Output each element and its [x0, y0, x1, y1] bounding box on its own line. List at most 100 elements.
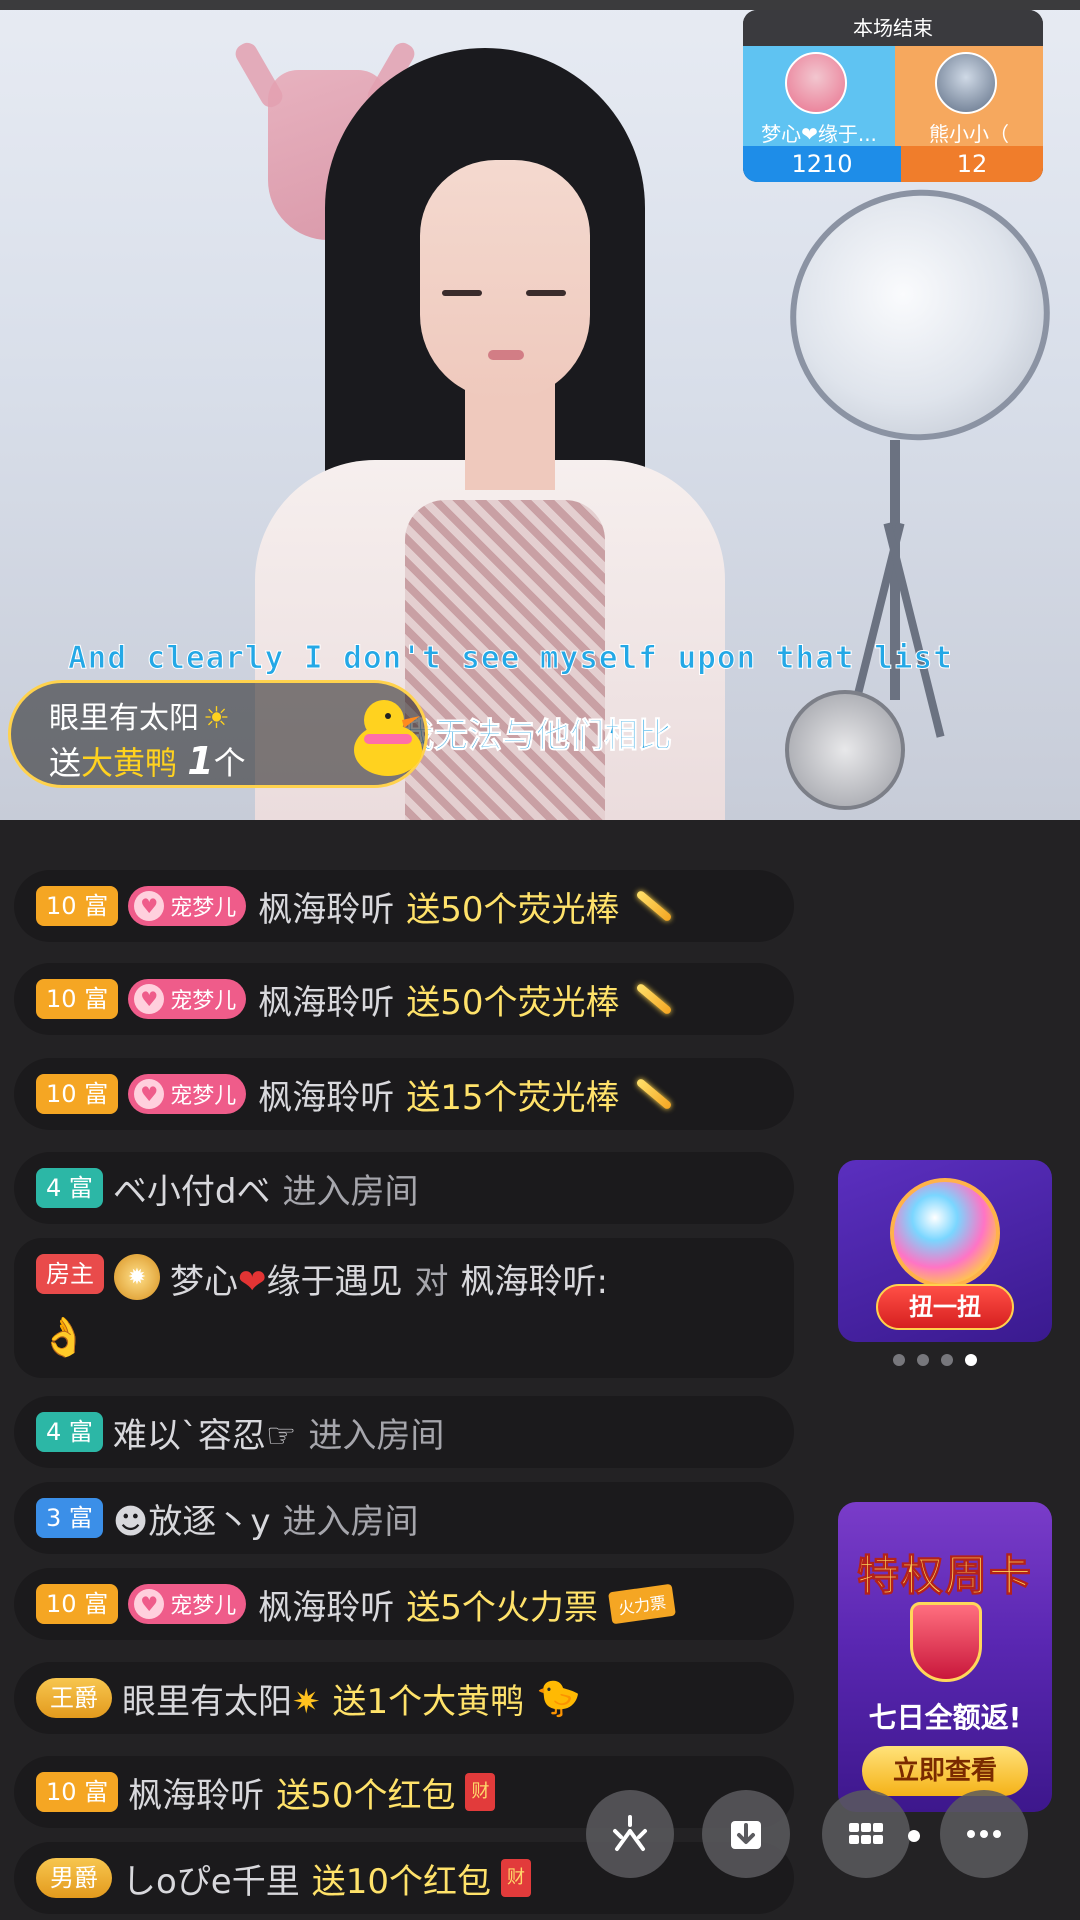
- chat-username[interactable]: 枫海聆听: [258, 975, 394, 1024]
- heart-icon: ❤: [238, 1262, 267, 1302]
- wealth-level-badge: 10 富: [36, 886, 119, 926]
- pk-score-bar: 1210 12: [743, 146, 1043, 182]
- heart-icon: ♥: [134, 891, 165, 921]
- carousel-dot: [893, 1354, 905, 1366]
- wealth-level-badge: 10 富: [36, 1772, 119, 1812]
- download-button[interactable]: [702, 1790, 790, 1878]
- red-envelope-icon: 财: [501, 1859, 531, 1897]
- pk-right-name: 熊小小（: [929, 122, 1009, 146]
- chat-username[interactable]: 难以`容忍☞: [113, 1408, 296, 1457]
- noble-badge: 王爵: [36, 1678, 112, 1718]
- gift-name: 大黄鸭: [81, 744, 178, 782]
- fan-badge: ♥ 宠梦儿: [128, 979, 247, 1019]
- noble-badge: 男爵: [36, 1858, 112, 1898]
- chat-username[interactable]: 枫海聆听: [258, 1580, 394, 1629]
- chat-message: 10 富 枫海聆听 送50个红包 财: [14, 1756, 794, 1828]
- menu-button[interactable]: [822, 1790, 910, 1878]
- chat-username[interactable]: 枫海聆听: [258, 882, 394, 931]
- shield-icon: [910, 1602, 982, 1682]
- sun-icon: ☀: [203, 701, 230, 736]
- chat-message: 男爵 しoぴe千里 送10个红包 财: [14, 1842, 794, 1914]
- pk-left-score: 1210: [743, 146, 901, 182]
- more-icon: [967, 1830, 1001, 1838]
- chat-to-label: 对: [414, 1262, 449, 1302]
- chat-username[interactable]: ☻放逐丶y: [113, 1494, 271, 1543]
- streamer-eye: [526, 290, 566, 296]
- chat-message-host: 房主 ✹ 梦心❤缘于遇见 对 枫海聆听:: [14, 1238, 794, 1378]
- medal-icon: ✹: [114, 1254, 160, 1300]
- chat-username[interactable]: ベ小付dベ: [113, 1164, 271, 1213]
- glowstick-icon: [635, 889, 674, 923]
- red-envelope-icon: 财: [465, 1773, 496, 1811]
- ok-hand-icon: 👌: [40, 1315, 88, 1359]
- yellow-duck-icon: [354, 700, 422, 776]
- heart-icon: ♥: [134, 1589, 165, 1619]
- chat-message: 王爵 眼里有太阳✷ 送1个大黄鸭 🐤: [14, 1662, 794, 1734]
- studio-lamp: [766, 165, 1074, 465]
- glowstick-icon: [635, 1077, 674, 1111]
- grid-icon: [849, 1823, 883, 1844]
- chat-message: 10 富 ♥ 宠梦儿 枫海聆听 送15个荧光棒: [14, 1058, 794, 1130]
- gacha-promo-card[interactable]: 扭一扭: [838, 1160, 1052, 1342]
- view-now-button[interactable]: 立即查看: [862, 1746, 1028, 1796]
- pk-right-side[interactable]: 熊小小（: [895, 46, 1043, 146]
- wealth-level-badge: 10 富: [36, 1584, 119, 1624]
- chat-gift-text: 送50个荧光棒: [406, 982, 620, 1023]
- carousel-dot-active: [965, 1354, 977, 1366]
- weekly-card-title: 特权周卡: [856, 1551, 1033, 1601]
- lyric-subtitle-cn: 我无法与他们相比: [400, 716, 673, 757]
- chat-message: 10 富 ♥ 宠梦儿 枫海聆听 送50个荧光棒: [14, 963, 794, 1035]
- pk-left-side[interactable]: 梦心❤缘于...: [743, 46, 895, 146]
- chat-message: 10 富 ♥ 宠梦儿 枫海聆听 送5个火力票 火力票: [14, 1568, 794, 1640]
- chat-gift-text: 送5个火力票: [406, 1587, 598, 1628]
- fan-badge: ♥ 宠梦儿: [128, 1074, 247, 1114]
- chat-username[interactable]: 枫海聆听: [258, 1070, 394, 1119]
- status-bar: [0, 0, 1080, 10]
- wealth-level-badge: 10 富: [36, 1074, 119, 1114]
- pk-right-score: 12: [901, 146, 1043, 182]
- weekly-card-promo[interactable]: 特权周卡 七日全额返! 立即查看: [838, 1502, 1052, 1812]
- gacha-button[interactable]: 扭一扭: [876, 1284, 1014, 1330]
- chat-username[interactable]: しoぴe千里: [122, 1854, 300, 1903]
- avatar[interactable]: [935, 52, 997, 114]
- chat-username[interactable]: 枫海聆听: [128, 1768, 264, 1817]
- carousel-dot: [941, 1354, 953, 1366]
- pk-left-name: 梦心❤缘于...: [761, 122, 877, 146]
- streamer-eye: [442, 290, 482, 296]
- chat-message: 4 富 难以`容忍☞ 进入房间: [14, 1396, 794, 1468]
- fan-badge: ♥ 宠梦儿: [128, 1584, 247, 1624]
- gacha-ball-icon: [890, 1178, 1000, 1288]
- chat-gift-text: 送50个荧光棒: [406, 889, 620, 930]
- gift-sender: 眼里有太阳 ☀: [49, 693, 230, 737]
- gift-send-label: 送: [49, 744, 82, 782]
- lyric-subtitle-en: And clearly I don't see myself upon that…: [68, 640, 953, 677]
- chat-enter-text: 进入房间: [308, 1415, 445, 1456]
- microphone: [785, 690, 905, 810]
- chat-gift-text: 送50个红包: [276, 1775, 456, 1816]
- wealth-level-badge: 10 富: [36, 979, 119, 1019]
- host-badge: 房主: [36, 1254, 104, 1294]
- gift-unit: 个: [213, 744, 246, 782]
- chat-enter-text: 进入房间: [282, 1501, 419, 1542]
- pk-panel[interactable]: 本场结束 梦心❤缘于... 熊小小（ 1210 12: [743, 10, 1043, 182]
- chat-message: 4 富 ベ小付dベ 进入房间: [14, 1152, 794, 1224]
- chat-username[interactable]: 眼里有太阳✷: [122, 1674, 321, 1723]
- wealth-level-badge: 4 富: [36, 1168, 103, 1208]
- glowstick-icon: [635, 982, 674, 1016]
- heart-icon: ♥: [134, 1079, 165, 1109]
- gift-sender-name: 眼里有太阳: [49, 701, 199, 736]
- avatar[interactable]: [785, 52, 847, 114]
- gift-line: 送大黄鸭 1个: [49, 738, 246, 784]
- chat-username[interactable]: 梦心❤缘于遇见: [170, 1254, 403, 1303]
- carousel-dot: [917, 1354, 929, 1366]
- share-button[interactable]: [586, 1790, 674, 1878]
- chat-enter-text: 进入房间: [282, 1171, 419, 1212]
- chat-message: 3 富 ☻放逐丶y 进入房间: [14, 1482, 794, 1554]
- streamer-lips: [488, 350, 524, 360]
- streamer-face: [420, 160, 590, 400]
- sun-icon: ✷: [292, 1681, 321, 1722]
- download-icon: [731, 1821, 761, 1849]
- fan-badge: ♥ 宠梦儿: [128, 886, 247, 926]
- share-icon: [613, 1815, 647, 1851]
- more-button[interactable]: [940, 1790, 1028, 1878]
